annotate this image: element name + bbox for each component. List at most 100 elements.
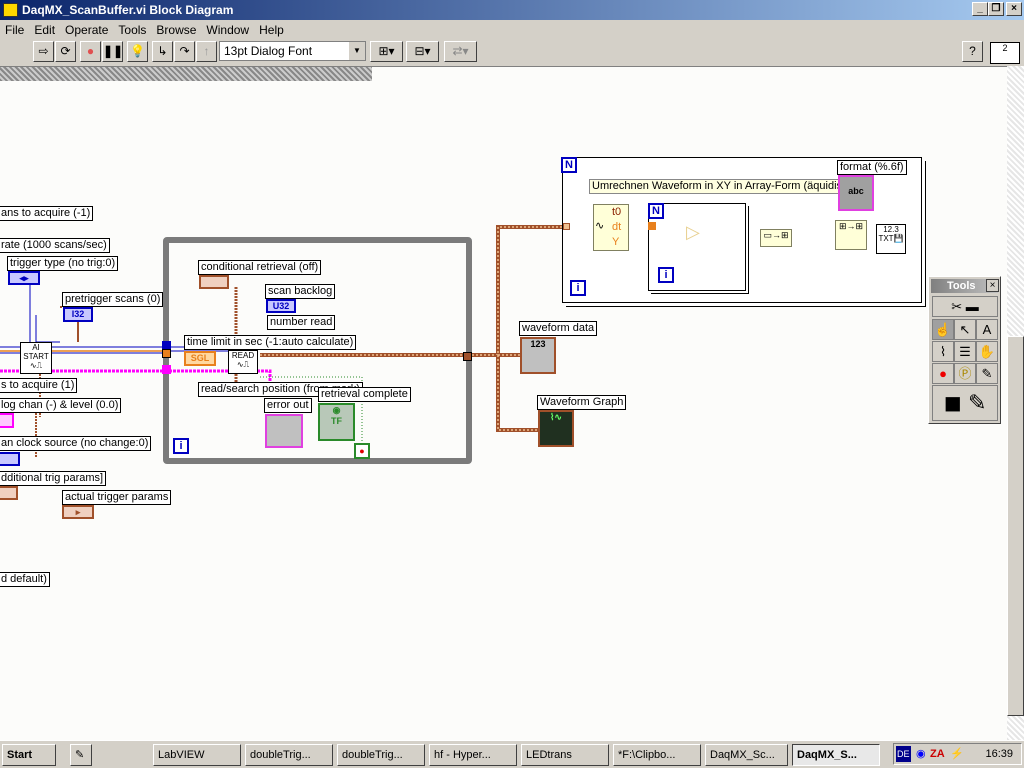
unbundle-waveform-node[interactable]: t0 dt Y ∿: [593, 204, 629, 251]
zonealarm-icon[interactable]: ZA: [930, 744, 945, 764]
actual-trigger-params-indicator[interactable]: ▸: [62, 505, 94, 519]
menu-operate[interactable]: Operate: [60, 20, 113, 40]
quick-launch-icon[interactable]: ✎: [70, 744, 92, 766]
scrollbar-thumb[interactable]: [1007, 336, 1024, 716]
waveform-graph-indicator[interactable]: ⌇∿: [538, 410, 574, 447]
distribute-objects-icon[interactable]: ⊟▾: [406, 41, 439, 62]
transpose-array-node[interactable]: ⊞→⊞: [835, 220, 867, 250]
task-doubletrig-1[interactable]: doubleTrig...: [245, 744, 333, 766]
task-doubletrig-2[interactable]: doubleTrig...: [337, 744, 425, 766]
network-icon[interactable]: ◉: [916, 744, 926, 764]
connector-number: 2: [1002, 43, 1008, 53]
error-out-indicator[interactable]: [265, 414, 303, 448]
label-waveform-graph: Waveform Graph: [537, 395, 627, 410]
menu-edit[interactable]: Edit: [29, 20, 60, 40]
highlight-execution-icon[interactable]: 💡: [127, 41, 148, 62]
operate-value-icon[interactable]: ☝: [932, 319, 954, 340]
time-limit-control[interactable]: SGL: [184, 351, 216, 366]
build-array-node[interactable]: ▭→⊞: [760, 229, 792, 247]
get-color-icon[interactable]: ✎: [976, 363, 998, 384]
ai-start-node[interactable]: AI START ∿⎍: [20, 342, 52, 374]
stop-condition-icon[interactable]: ●: [354, 443, 370, 459]
vertical-scrollbar[interactable]: [1007, 66, 1024, 740]
label-number-to-acquire: s to acquire (1): [0, 378, 78, 393]
block-diagram-canvas[interactable]: ans to acquire (-1) rate (1000 scans/sec…: [0, 66, 1007, 740]
format-control[interactable]: abc: [838, 175, 874, 211]
label-analog-chan: log chan (-) & level (0.0): [0, 398, 122, 413]
step-over-icon[interactable]: ↷: [174, 41, 195, 62]
tunnel-error: [162, 365, 171, 374]
abort-icon[interactable]: ●: [80, 41, 101, 62]
font-value: 13pt Dialog Font: [224, 44, 313, 58]
labview-icon: [3, 3, 18, 17]
minimize-button[interactable]: _: [972, 2, 988, 16]
menu-window[interactable]: Window: [201, 20, 254, 40]
write-spreadsheet-node[interactable]: 12.3 TXT💾: [876, 224, 906, 254]
task-labview[interactable]: LabVIEW: [153, 744, 241, 766]
object-shortcut-menu-icon[interactable]: ☰: [954, 341, 976, 362]
analog-chan-control[interactable]: [0, 413, 14, 428]
probe-data-icon[interactable]: Ⓟ: [954, 363, 976, 384]
multiply-node[interactable]: ▷: [686, 223, 708, 243]
waveform-data-indicator[interactable]: 123: [520, 337, 556, 374]
inner-loop-count-terminal: N: [648, 203, 664, 219]
run-continuously-icon[interactable]: ⟳: [55, 41, 76, 62]
task-daqmx-1[interactable]: DaqMX_Sc...: [705, 744, 788, 766]
pause-icon[interactable]: ❚❚: [102, 41, 123, 62]
connection-icon[interactable]: ⚡: [950, 744, 964, 764]
title-bar: DaqMX_ScanBuffer.vi Block Diagram: [0, 0, 1024, 20]
set-color-icon[interactable]: ◼ ✎: [932, 385, 998, 421]
step-into-icon[interactable]: ↳: [152, 41, 173, 62]
pretrigger-scans-control[interactable]: I32: [63, 307, 93, 322]
help-icon[interactable]: ?: [962, 41, 983, 62]
shift-tunnel: [648, 222, 656, 230]
task-hyperterminal[interactable]: hf - Hyper...: [429, 744, 517, 766]
chevron-down-icon[interactable]: ▼: [349, 42, 365, 60]
label-waveform-data: waveform data: [519, 321, 598, 336]
automatic-tool-icon[interactable]: ✂ ▬: [932, 296, 998, 317]
restore-button[interactable]: ❐: [988, 2, 1004, 16]
menu-browse[interactable]: Browse: [151, 20, 201, 40]
connect-wire-icon[interactable]: ⌇: [932, 341, 954, 362]
ai-read-label: READ: [231, 351, 255, 360]
close-icon[interactable]: ×: [986, 279, 999, 292]
conditional-retrieval-control[interactable]: [199, 275, 229, 289]
start-button[interactable]: Start: [2, 744, 56, 766]
additional-trig-params-control[interactable]: [0, 486, 18, 500]
label-scan-rate: rate (1000 scans/sec): [0, 238, 110, 253]
menu-file[interactable]: File: [0, 20, 29, 40]
trigger-type-control[interactable]: ◂▸: [8, 271, 40, 285]
close-button[interactable]: ×: [1006, 2, 1022, 16]
retrieval-complete-indicator[interactable]: ◉ TF: [318, 403, 355, 441]
reorder-icon[interactable]: ⇄▾: [444, 41, 477, 62]
edit-text-icon[interactable]: A: [976, 319, 998, 340]
task-ledtrans[interactable]: LEDtrans: [521, 744, 609, 766]
menu-bar: File Edit Operate Tools Browse Window Help: [0, 20, 1024, 40]
scan-backlog-indicator[interactable]: U32: [266, 299, 296, 313]
position-select-icon[interactable]: ↖: [954, 319, 976, 340]
run-arrow-icon[interactable]: ⇨: [33, 41, 54, 62]
label-clock-source: an clock source (no change:0): [0, 436, 152, 451]
label-actual-trigger-params: actual trigger params: [62, 490, 172, 505]
connector-pane-icon[interactable]: 2: [990, 42, 1020, 64]
ai-read-node[interactable]: READ ∿⎍: [228, 350, 258, 374]
system-tray: DE ◉ ZA ⚡ 16:39: [893, 743, 1022, 765]
align-objects-icon[interactable]: ⊞▾: [370, 41, 403, 62]
menu-tools[interactable]: Tools: [113, 20, 151, 40]
txt-glyph: TXT: [878, 234, 894, 243]
tunnel-waveform: [563, 223, 570, 230]
task-daqmx-active[interactable]: DaqMX_S...: [792, 744, 880, 766]
clock: 16:39: [985, 748, 1013, 760]
clock-source-control[interactable]: [0, 452, 20, 466]
dt-element: dt: [612, 221, 622, 233]
step-out-icon[interactable]: ↑: [196, 41, 217, 62]
scroll-window-icon[interactable]: ✋: [976, 341, 998, 362]
label-pretrigger-scans: pretrigger scans (0): [62, 292, 164, 307]
outer-loop-iteration-terminal: i: [570, 280, 586, 296]
font-select[interactable]: 13pt Dialog Font ▼: [219, 41, 366, 61]
task-clipboard[interactable]: *F:\Clipbo...: [613, 744, 701, 766]
label-trigger-type: trigger type (no trig:0): [7, 256, 119, 271]
set-breakpoint-icon[interactable]: ●: [932, 363, 954, 384]
language-indicator[interactable]: DE: [896, 746, 911, 762]
menu-help[interactable]: Help: [254, 20, 289, 40]
